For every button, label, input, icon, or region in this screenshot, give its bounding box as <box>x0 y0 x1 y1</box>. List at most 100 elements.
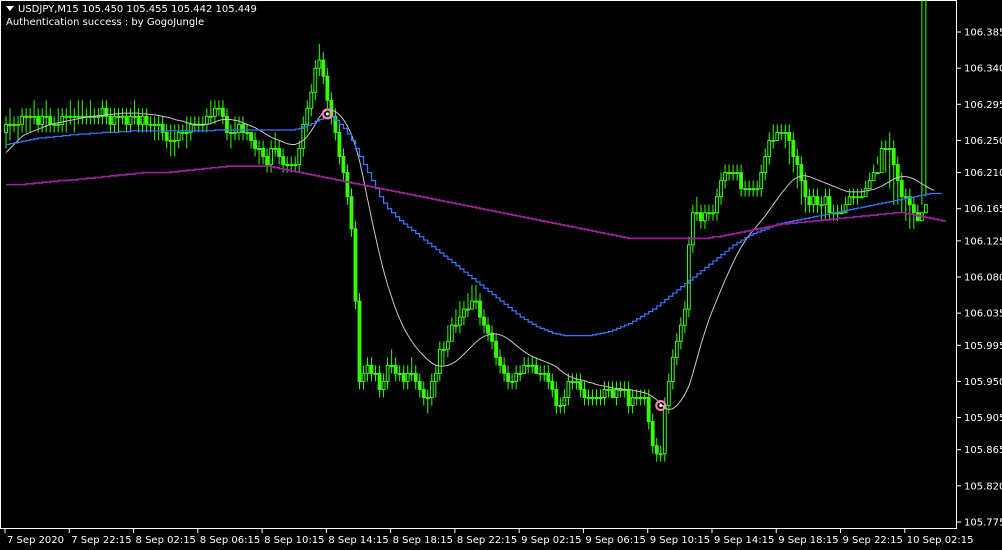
candle-body <box>337 131 342 158</box>
candle-body <box>462 308 466 318</box>
candle-body <box>602 388 607 398</box>
candle-body <box>887 147 892 150</box>
candle-body <box>221 107 225 117</box>
candle-body <box>538 372 543 375</box>
candle-body <box>441 348 446 351</box>
candle-body <box>779 131 784 134</box>
candle-body <box>851 196 856 199</box>
candle-body <box>405 372 410 382</box>
y-tick-label: 105.995 <box>964 341 1002 352</box>
candle-body <box>204 115 209 125</box>
candle-body <box>723 172 727 182</box>
candle-body <box>72 115 77 118</box>
candle-body <box>795 156 800 166</box>
candle-body <box>618 388 623 391</box>
candle-body <box>546 372 551 382</box>
candle-body <box>574 380 579 383</box>
y-tick-label: 106.340 <box>964 64 1002 75</box>
candle-body <box>610 388 615 398</box>
candle-body <box>313 67 318 93</box>
candle-body <box>562 396 567 407</box>
x-tick-label: 8 Sep 22:15 <box>457 535 517 546</box>
candle-body <box>124 115 129 125</box>
symbol-header: USDJPY,M15 105.450 105.455 105.442 105.4… <box>6 4 257 16</box>
candle-body <box>421 388 426 398</box>
candle-body <box>156 123 161 126</box>
candle-body <box>711 212 715 215</box>
x-tick-label: 9 Sep 10:15 <box>650 535 710 546</box>
candle-body <box>277 147 282 158</box>
y-tick-label: 105.820 <box>964 481 1002 492</box>
candle-body <box>429 380 434 398</box>
candle-body <box>727 172 731 175</box>
candle-body <box>839 212 844 215</box>
candle-body <box>176 131 181 141</box>
candle-body <box>646 396 651 423</box>
candle-body <box>112 115 117 125</box>
candle-body <box>289 164 294 167</box>
y-tick-label: 106.210 <box>964 168 1002 179</box>
candle-body <box>763 156 768 174</box>
candle <box>353 220 358 310</box>
candle-body <box>771 139 776 142</box>
candle-body <box>261 147 265 158</box>
candle-body <box>558 405 563 408</box>
candle-body <box>666 380 671 407</box>
candle-body <box>658 453 663 456</box>
price-chart[interactable]: 106.385 106.340 106.295 106.250 106.210 106.1… <box>0 0 1002 550</box>
candle-body <box>373 372 378 375</box>
candle-body <box>152 123 157 126</box>
candle-body <box>28 115 33 118</box>
candle-body <box>32 115 37 118</box>
candle-body <box>433 372 438 382</box>
candle-body <box>474 300 478 303</box>
candle-body <box>743 188 748 191</box>
candle-body <box>707 212 711 215</box>
x-tick-label: 9 Sep 18:15 <box>778 535 838 546</box>
candle-body <box>638 396 643 399</box>
candle-body <box>64 115 69 118</box>
candle-body <box>695 212 699 215</box>
candle-body <box>425 396 430 399</box>
candle-body <box>148 123 153 126</box>
candle-body <box>437 348 442 374</box>
candle-body <box>731 172 735 175</box>
candle-body <box>879 147 884 174</box>
candle-body <box>482 316 486 326</box>
candle-body <box>510 380 515 383</box>
triangle-down-icon[interactable] <box>6 6 14 11</box>
x-tick-label: 8 Sep 06:15 <box>200 535 260 546</box>
candle-body <box>132 115 137 118</box>
candle-body <box>823 196 828 206</box>
y-tick-label: 105.775 <box>964 518 1002 529</box>
candle-body <box>253 139 257 149</box>
candle-body <box>502 364 507 374</box>
candle-body <box>397 372 402 375</box>
candle-body <box>249 131 253 141</box>
y-tick-label: 106.385 <box>964 28 1002 39</box>
candle-body <box>767 139 772 158</box>
candle-body <box>458 316 462 326</box>
candle-body <box>68 115 73 118</box>
candle-body <box>699 212 703 222</box>
candle-body <box>24 115 29 118</box>
x-tick-label: 10 Sep 02:15 <box>907 535 974 546</box>
candle-body <box>819 204 824 207</box>
candle-body <box>96 115 101 118</box>
candle-body <box>735 172 739 175</box>
candle-body <box>449 324 454 342</box>
chart-background <box>0 0 1002 550</box>
y-tick-label: 106.125 <box>964 236 1002 247</box>
candle-body <box>217 107 221 110</box>
candle-body <box>164 131 169 141</box>
candle-body <box>317 59 322 69</box>
candle-body <box>751 188 756 191</box>
candle-body <box>417 380 422 390</box>
x-tick-label: 9 Sep 22:15 <box>843 535 903 546</box>
candle-body <box>787 131 792 141</box>
x-tick-label: 7 Sep 2020 <box>7 535 64 546</box>
candle-body <box>498 356 502 366</box>
candle-body <box>739 172 744 190</box>
candle-body <box>899 180 904 198</box>
candle-body <box>40 115 45 125</box>
